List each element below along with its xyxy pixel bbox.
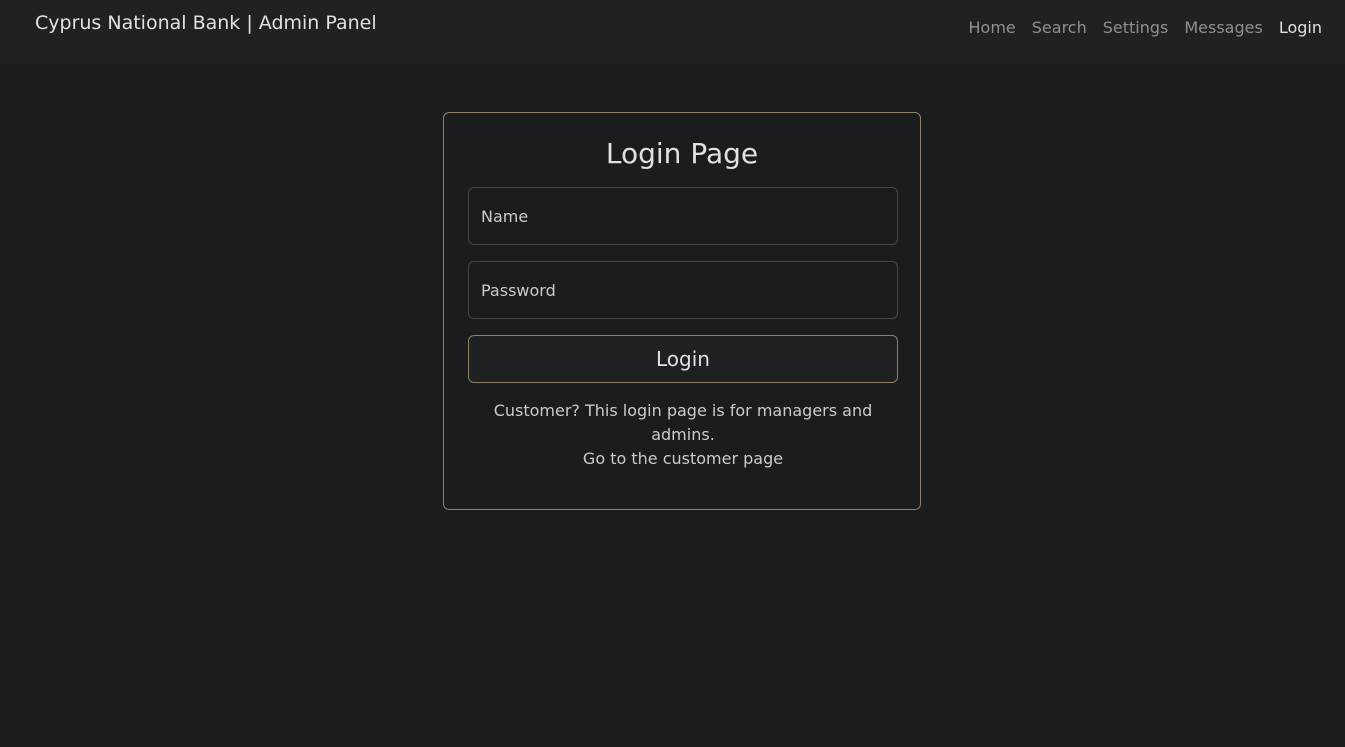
top-navbar: Cyprus National Bank | Admin Panel Home …: [0, 0, 1345, 64]
page-title: Login Page: [605, 137, 759, 170]
nav-link-search[interactable]: Search: [1024, 16, 1095, 40]
nav-link-login[interactable]: Login: [1271, 16, 1330, 40]
nav-link-settings[interactable]: Settings: [1095, 16, 1177, 40]
login-card: Login Page Login Customer? This login pa…: [443, 112, 921, 510]
customer-page-link[interactable]: Go to the customer page: [583, 449, 783, 468]
customer-note: Customer? This login page is for manager…: [468, 399, 898, 471]
password-input[interactable]: [468, 261, 898, 319]
customer-note-text: Customer? This login page is for manager…: [493, 401, 873, 444]
nav-links: Home Search Settings Messages Login: [961, 16, 1330, 40]
nav-link-home[interactable]: Home: [961, 16, 1024, 40]
brand-link[interactable]: Cyprus National Bank | Admin Panel: [35, 10, 377, 36]
login-button[interactable]: Login: [468, 335, 898, 383]
nav-link-messages[interactable]: Messages: [1176, 16, 1270, 40]
name-input[interactable]: [468, 187, 898, 245]
